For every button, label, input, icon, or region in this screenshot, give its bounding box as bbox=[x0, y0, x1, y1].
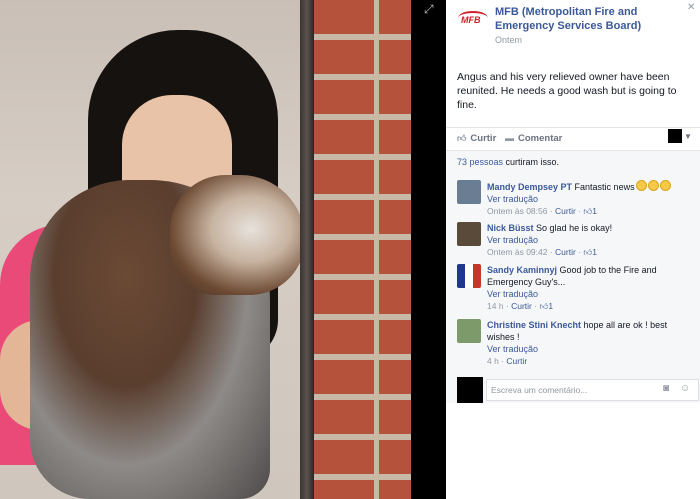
comment-input-placeholder: Escreva um comentário... bbox=[491, 385, 588, 395]
viewer-gutter bbox=[411, 0, 446, 499]
comment-like-link[interactable]: Curtir bbox=[511, 301, 532, 311]
post-actions: 👍︎ Curtir ▬ Comentar ▼ bbox=[446, 127, 700, 148]
comment-like-count[interactable]: 1 bbox=[592, 206, 597, 216]
comment-author[interactable]: Nick Büsst bbox=[487, 223, 534, 233]
likes-count-link[interactable]: 73 pessoas bbox=[457, 157, 503, 167]
comment-input[interactable]: Escreva um comentário... ◙ ☺ bbox=[486, 379, 699, 401]
comment-meta: 14 h · Curtir · 👍︎1 bbox=[487, 301, 554, 311]
post-side-panel: MFB MFB (Metropolitan Fire and Emergency… bbox=[446, 0, 700, 499]
thumb-up-icon: 👍︎ bbox=[583, 247, 593, 257]
avatar[interactable] bbox=[457, 264, 481, 288]
comment-time[interactable]: 14 h bbox=[487, 301, 504, 311]
like-button-label: Curtir bbox=[470, 133, 497, 144]
comment-like-count[interactable]: 1 bbox=[548, 301, 553, 311]
caret-down-icon[interactable]: ▼ bbox=[684, 132, 692, 141]
see-translation-link[interactable]: Ver tradução bbox=[487, 234, 692, 246]
comment-author[interactable]: Christine Stini Knecht bbox=[487, 320, 581, 330]
comment-text: So glad he is okay! bbox=[536, 223, 613, 233]
close-icon[interactable]: ✕ bbox=[687, 2, 695, 13]
comment-text: Fantastic news bbox=[574, 182, 635, 192]
thumb-up-icon: 👍︎ bbox=[583, 206, 593, 216]
speech-bubble-icon: ▬ bbox=[505, 133, 514, 143]
likes-summary: 73 pessoas curtiram isso. bbox=[446, 150, 700, 174]
thumb-up-icon: 👍︎ bbox=[457, 133, 467, 143]
see-translation-link[interactable]: Ver tradução bbox=[487, 193, 692, 205]
comment-time[interactable]: 4 h bbox=[487, 356, 499, 366]
smiley-emoji-icon bbox=[659, 180, 671, 191]
thumb-up-icon: 👍︎ bbox=[539, 301, 549, 311]
comment-like-link[interactable]: Curtir bbox=[555, 206, 576, 216]
emoji-icon[interactable]: ☺ bbox=[680, 383, 690, 394]
comment-like-link[interactable]: Curtir bbox=[506, 356, 527, 366]
likes-count-text: 73 pessoas curtiram isso. bbox=[457, 157, 559, 167]
photo-brick-wall bbox=[314, 0, 411, 499]
likes-count-rest: curtiram isso. bbox=[503, 157, 560, 167]
comment-like-count[interactable]: 1 bbox=[592, 247, 597, 257]
comment-body: Nick Büsst So glad he is okay! Ver tradu… bbox=[487, 222, 692, 258]
smiley-emoji-icon bbox=[635, 180, 647, 191]
comment-body: Christine Stini Knecht hope all are ok !… bbox=[487, 319, 692, 367]
comment-button-label: Comentar bbox=[518, 133, 563, 144]
comment-body: Mandy Dempsey PT Fantastic news Ver trad… bbox=[487, 180, 692, 217]
like-button[interactable]: 👍︎ Curtir bbox=[457, 133, 496, 144]
photo-dog-head bbox=[170, 175, 305, 295]
see-translation-link[interactable]: Ver tradução bbox=[487, 288, 692, 300]
see-translation-link[interactable]: Ver tradução bbox=[487, 343, 692, 355]
comment-meta: Ontem às 08:56 · Curtir · 👍︎1 bbox=[487, 206, 598, 216]
avatar[interactable] bbox=[457, 319, 481, 343]
comment-meta: 4 h · Curtir bbox=[487, 356, 528, 366]
logo-text: MFB bbox=[461, 15, 481, 25]
comment-like-link[interactable]: Curtir bbox=[555, 247, 576, 257]
post-message: Angus and his very relieved owner have b… bbox=[457, 71, 677, 111]
share-audience-box[interactable] bbox=[668, 129, 682, 143]
comment-author[interactable]: Mandy Dempsey PT bbox=[487, 182, 572, 192]
comment-body: Sandy Kaminnyj Good job to the Fire and … bbox=[487, 264, 692, 312]
comment-author[interactable]: Sandy Kaminnyj bbox=[487, 265, 557, 275]
expand-icon[interactable]: ⤢ bbox=[424, 2, 434, 17]
avatar bbox=[457, 377, 483, 403]
post-timestamp[interactable]: Ontem bbox=[495, 35, 522, 45]
comment-button[interactable]: ▬ Comentar bbox=[505, 133, 562, 144]
smiley-emoji-icon bbox=[647, 180, 659, 191]
page-logo[interactable]: MFB bbox=[458, 9, 488, 25]
camera-icon[interactable]: ◙ bbox=[663, 383, 669, 394]
comment-meta: Ontem às 09:42 · Curtir · 👍︎1 bbox=[487, 247, 598, 257]
write-comment-row: Escreva um comentário... ◙ ☺ bbox=[446, 377, 700, 403]
post-header: MFB MFB (Metropolitan Fire and Emergency… bbox=[446, 0, 700, 60]
photo-door-frame bbox=[300, 0, 314, 499]
post-photo bbox=[0, 0, 411, 499]
comment-time[interactable]: Ontem às 08:56 bbox=[487, 206, 547, 216]
comment-time[interactable]: Ontem às 09:42 bbox=[487, 247, 547, 257]
comment-list: Mandy Dempsey PT Fantastic news Ver trad… bbox=[446, 172, 700, 377]
page-name-link[interactable]: MFB (Metropolitan Fire and Emergency Ser… bbox=[495, 5, 691, 33]
avatar[interactable] bbox=[457, 180, 481, 204]
avatar[interactable] bbox=[457, 222, 481, 246]
